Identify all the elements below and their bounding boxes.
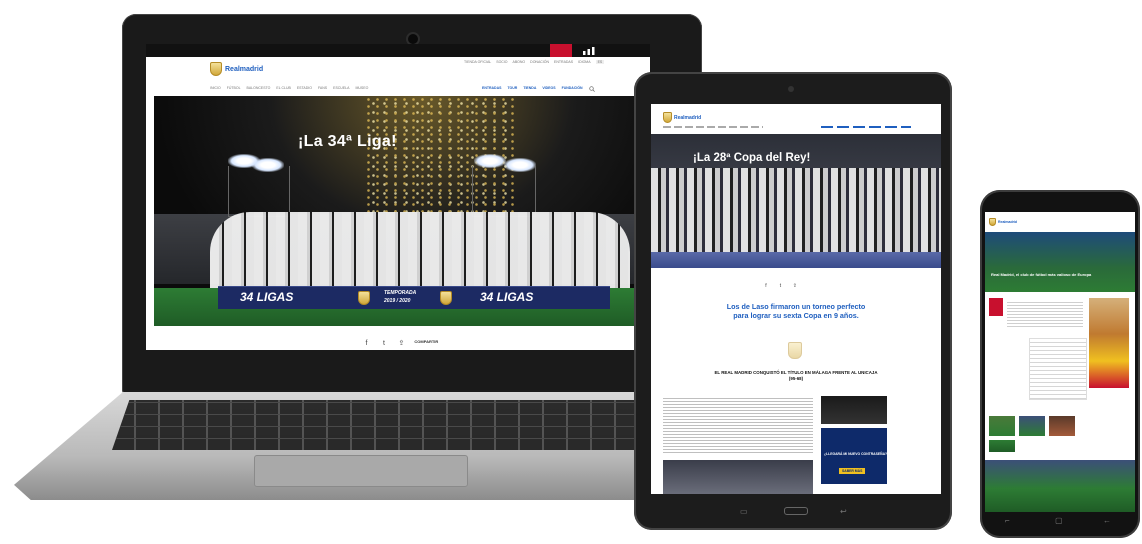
main-nav[interactable]: [663, 126, 763, 128]
site-header: Realmadrid TIENDA OFICIAL SOCIO ABONO DO…: [146, 57, 650, 95]
main-nav: INICIO FÚTBOL BALONCESTO EL CLUB ESTADIO…: [210, 86, 368, 90]
thumbnail[interactable]: [1019, 416, 1045, 436]
court: [651, 252, 941, 268]
banner-text-right: 34 LIGAS: [480, 290, 534, 304]
nav-right: ENTRADAS TOUR TIENDA VIDEOS FUNDACIÓN: [482, 86, 595, 92]
thumbnail[interactable]: [989, 440, 1015, 452]
tablet-nav-buttons: ▭ ↩: [740, 507, 860, 517]
nav-item[interactable]: ESTADIO: [297, 86, 312, 90]
hero-title: ¡La 34ª Liga!: [298, 133, 397, 150]
stadium-image[interactable]: [985, 460, 1135, 512]
nav-item[interactable]: ESCUELA: [333, 86, 349, 90]
twitter-icon[interactable]: t: [379, 339, 388, 348]
top-link[interactable]: IDIOMA: [578, 60, 590, 64]
brand-name: Realmadrid: [225, 65, 264, 73]
twitter-icon[interactable]: t: [777, 282, 783, 291]
crest-icon: [440, 291, 452, 305]
nav-item[interactable]: BALONCESTO: [247, 86, 271, 90]
top-links: TIENDA OFICIAL SOCIO ABONO DONACIÓN ENTR…: [464, 60, 605, 64]
top-link[interactable]: SOCIO: [496, 60, 507, 64]
banner-season-years: 2019 / 2020: [384, 298, 411, 304]
back-icon[interactable]: ←: [1103, 516, 1111, 525]
keyboard-rows: [112, 400, 690, 450]
ad-banner[interactable]: [1089, 298, 1129, 388]
nav-right[interactable]: [821, 126, 911, 128]
crest-icon: [788, 342, 802, 359]
ad-banner[interactable]: ¿LLEGARÁ MI NUEVO CONTRASEÑA? SABER MÁS: [821, 428, 887, 484]
recent-apps-icon[interactable]: ▭: [740, 507, 748, 516]
hero-title: Real Madrid, el club de fútbol más valio…: [991, 272, 1092, 277]
nav-item[interactable]: FÚTBOL: [227, 86, 241, 90]
nav-item[interactable]: EL CLUB: [276, 86, 290, 90]
ad-button[interactable]: SABER MÁS: [839, 468, 866, 474]
recent-apps-icon[interactable]: ⌐: [1005, 516, 1010, 525]
banner-season-label: TEMPORADA: [384, 290, 417, 296]
phone-nav-buttons: ⌐ ▢ ←: [985, 514, 1135, 530]
share-icon[interactable]: ⇪: [397, 339, 406, 348]
hero-image[interactable]: Real Madrid, el club de fútbol más valio…: [985, 232, 1135, 292]
nav-right-item[interactable]: TIENDA: [523, 86, 536, 92]
nav-right-item[interactable]: FUNDACIÓN: [562, 86, 583, 92]
camera-icon: [788, 86, 794, 92]
thumbnail[interactable]: [989, 416, 1015, 436]
nav-right-item[interactable]: VIDEOS: [542, 86, 555, 92]
home-button-icon[interactable]: ▢: [1055, 516, 1063, 525]
hero-image[interactable]: ¡La 28ª Copa del Rey!: [651, 134, 941, 268]
jersey-image[interactable]: [989, 298, 1003, 316]
brand-name: Realmadrid: [674, 114, 702, 121]
top-link[interactable]: ABONO: [513, 60, 526, 64]
facebook-icon[interactable]: f: [362, 339, 371, 348]
nav-right-item[interactable]: TOUR: [507, 86, 517, 92]
thumbnail[interactable]: [1049, 416, 1075, 436]
nav-right-item[interactable]: ENTRADAS: [482, 86, 501, 92]
standings-table: [1029, 338, 1087, 400]
light-tower: [472, 166, 536, 217]
top-link[interactable]: TIENDA OFICIAL: [464, 60, 491, 64]
promo-image[interactable]: [821, 396, 887, 424]
crest-icon: [358, 291, 370, 305]
crest-icon: [663, 112, 672, 123]
champions-banner: 34 LIGAS TEMPORADA 2019 / 2020 34 LIGAS: [218, 286, 610, 309]
site-header: Realmadrid: [651, 104, 941, 135]
tablet-screen: Realmadrid ¡La 28ª Copa del Rey! f t ⇪ L…: [651, 104, 941, 494]
top-link[interactable]: ENTRADAS: [554, 60, 573, 64]
sponsor-logo: [550, 44, 572, 57]
article-headline: Los de Laso firmaron un torneo perfecto …: [726, 302, 866, 320]
adidas-logo: [583, 47, 595, 55]
crest-icon: [989, 218, 996, 226]
nav-item[interactable]: MUSEO: [355, 86, 368, 90]
touchpad: [254, 455, 468, 487]
banner-text-left: 34 LIGAS: [240, 290, 294, 304]
share-label[interactable]: COMPARTIR: [414, 339, 438, 344]
language-select[interactable]: ES: [595, 60, 605, 64]
top-link[interactable]: DONACIÓN: [530, 60, 549, 64]
site-logo[interactable]: Realmadrid: [989, 218, 1017, 226]
crest-icon: [210, 62, 222, 76]
article-photo[interactable]: [663, 460, 813, 494]
hero-image[interactable]: ¡La 34ª Liga! 34 LIGAS TEMPORADA 2019 / …: [154, 96, 642, 326]
hero-title: ¡La 28ª Copa del Rey!: [693, 152, 811, 164]
search-icon[interactable]: [588, 86, 595, 92]
nav-item[interactable]: FANS: [318, 86, 327, 90]
brand-name: Realmadrid: [998, 220, 1018, 224]
share-icon[interactable]: ⇪: [792, 282, 798, 291]
phone-screen: Realmadrid Real Madrid, el club de fútbo…: [985, 212, 1135, 512]
top-bar: [146, 44, 650, 57]
light-tower: [228, 166, 290, 217]
laptop-screen: Realmadrid TIENDA OFICIAL SOCIO ABONO DO…: [146, 44, 650, 350]
facebook-icon[interactable]: f: [763, 282, 769, 291]
article-body: [663, 396, 813, 454]
nav-item[interactable]: INICIO: [210, 86, 221, 90]
site-logo[interactable]: Realmadrid: [210, 62, 263, 76]
news-text: [1007, 300, 1083, 328]
share-bar: f t ⇪ COMPARTIR: [362, 332, 452, 347]
ad-title: ¿LLEGARÁ MI NUEVO CONTRASEÑA?: [824, 452, 888, 456]
article-subheadline: EL REAL MADRID CONQUISTÓ EL TÍTULO EN MÁ…: [714, 370, 878, 381]
site-logo[interactable]: Realmadrid: [663, 112, 701, 123]
share-bar: f t ⇪: [763, 274, 802, 292]
home-button-icon[interactable]: [784, 507, 808, 515]
back-icon[interactable]: ↩: [840, 507, 847, 516]
